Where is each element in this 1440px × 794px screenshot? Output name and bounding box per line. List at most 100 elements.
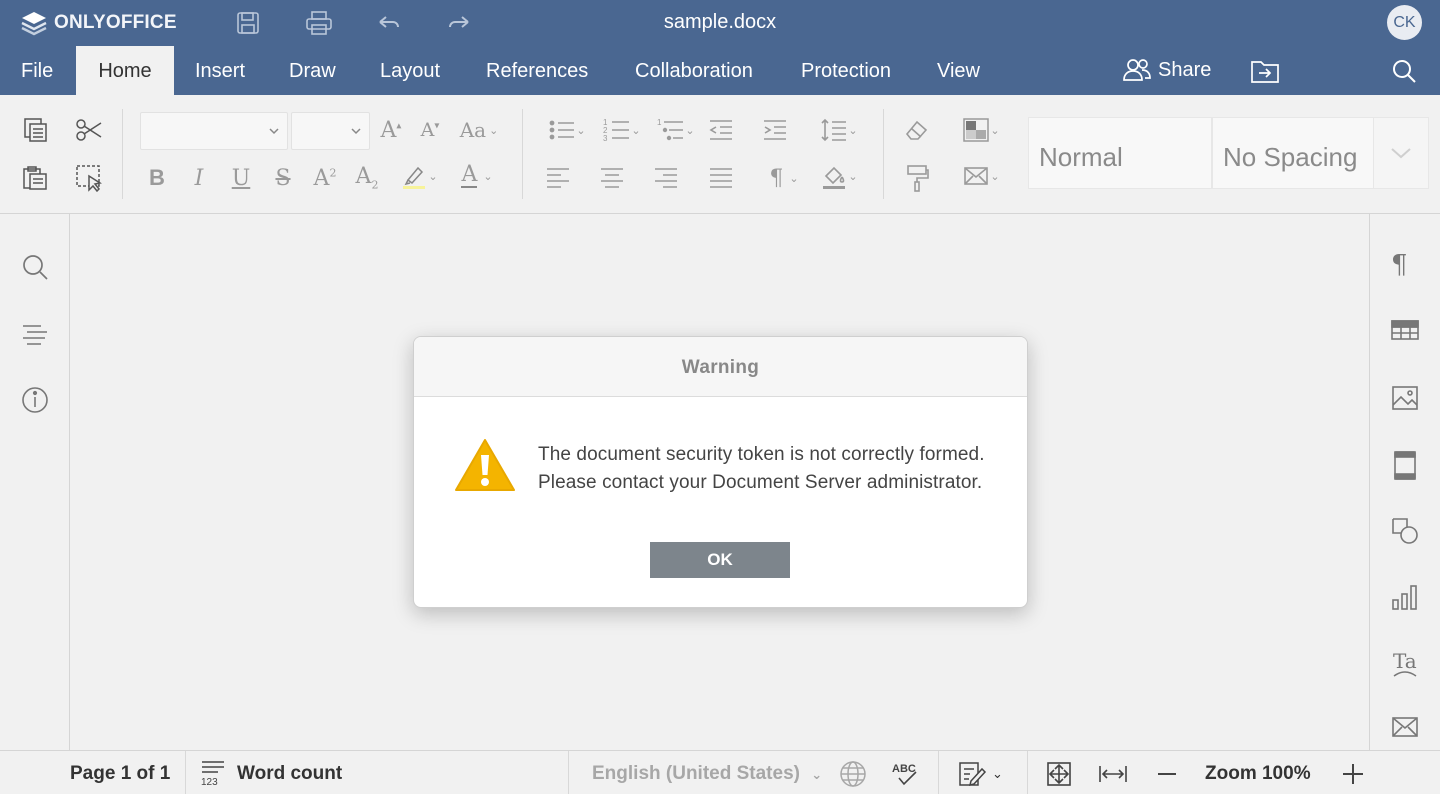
chevron-down-icon bbox=[1391, 148, 1411, 159]
cut-icon[interactable] bbox=[72, 115, 106, 145]
paste-icon[interactable] bbox=[18, 163, 52, 193]
italic-icon[interactable]: I bbox=[182, 163, 216, 193]
spell-check-icon[interactable]: ABC bbox=[891, 760, 919, 788]
status-separator bbox=[185, 751, 186, 794]
globe-icon[interactable] bbox=[839, 760, 867, 788]
tab-file[interactable]: File bbox=[0, 46, 74, 95]
font-name-combo[interactable] bbox=[140, 112, 288, 150]
align-right-icon[interactable] bbox=[649, 163, 683, 193]
dialog-message-line-1: The document security token is not corre… bbox=[538, 444, 985, 465]
status-separator bbox=[938, 751, 939, 794]
align-left-icon[interactable] bbox=[541, 163, 575, 193]
dialog-message-line-2: Please contact your Document Server admi… bbox=[538, 472, 983, 493]
nonprinting-characters-icon[interactable]: ¶ ⌄ bbox=[760, 163, 808, 193]
svg-text:123: 123 bbox=[201, 777, 218, 787]
tab-references[interactable]: References bbox=[465, 46, 609, 95]
line-spacing-icon[interactable]: ⌄ bbox=[814, 115, 864, 145]
home-toolbar: A▴ A▾ Aa ⌄ B I U S A2 A2 ⌄ A ⌄ ⌄ 1 2 3 ⌄ 1 ⌄ ⌄… bbox=[0, 95, 1440, 214]
zoom-out-icon[interactable] bbox=[1154, 760, 1182, 788]
tab-protection[interactable]: Protection bbox=[780, 46, 912, 95]
language-label: English (United States) bbox=[592, 763, 800, 784]
page-info[interactable]: Page 1 of 1 bbox=[70, 751, 170, 794]
text-art-settings-icon[interactable]: Ta bbox=[1390, 648, 1420, 678]
paragraph-settings-icon[interactable]: ¶ bbox=[1391, 250, 1421, 280]
zoom-level[interactable]: Zoom 100% bbox=[1205, 751, 1311, 794]
open-file-location-icon[interactable] bbox=[1250, 57, 1280, 85]
align-center-icon[interactable] bbox=[595, 163, 629, 193]
subscript-icon[interactable]: A2 bbox=[350, 163, 384, 193]
svg-text:Ta: Ta bbox=[1393, 649, 1417, 673]
status-separator bbox=[1027, 751, 1028, 794]
chevron-down-icon: ⌄ bbox=[811, 767, 823, 782]
superscript-icon[interactable]: A2 bbox=[308, 163, 342, 193]
fit-page-icon[interactable] bbox=[1045, 760, 1073, 788]
justify-icon[interactable] bbox=[704, 163, 738, 193]
copy-icon[interactable] bbox=[18, 115, 52, 145]
numbering-icon[interactable]: 1 2 3 ⌄ bbox=[597, 115, 647, 145]
underline-icon[interactable]: U bbox=[224, 163, 258, 193]
tab-insert[interactable]: Insert bbox=[174, 46, 266, 95]
image-settings-icon[interactable] bbox=[1390, 384, 1420, 414]
strikethrough-icon[interactable]: S bbox=[266, 163, 300, 193]
increase-font-icon[interactable]: A▴ bbox=[374, 115, 408, 145]
chevron-down-icon[interactable]: ⌄ bbox=[992, 751, 1003, 794]
tab-view[interactable]: View bbox=[916, 46, 1001, 95]
navigation-icon[interactable] bbox=[20, 318, 50, 348]
shape-settings-icon[interactable] bbox=[1390, 516, 1420, 546]
ribbon-tabs: File Home Insert Draw Layout References … bbox=[0, 46, 1440, 95]
tab-collaboration[interactable]: Collaboration bbox=[614, 46, 774, 95]
svg-text:1: 1 bbox=[657, 118, 662, 127]
clear-style-icon[interactable] bbox=[900, 115, 934, 145]
fit-width-icon[interactable] bbox=[1097, 760, 1129, 788]
color-scheme-icon[interactable]: ⌄ bbox=[955, 115, 1007, 145]
info-icon[interactable] bbox=[20, 384, 50, 414]
svg-text:3: 3 bbox=[603, 134, 608, 143]
word-count-label[interactable]: Word count bbox=[237, 751, 342, 794]
tab-draw[interactable]: Draw bbox=[268, 46, 357, 95]
tab-home[interactable]: Home bbox=[76, 46, 174, 95]
styles-expand-button[interactable] bbox=[1373, 117, 1429, 189]
decrease-font-icon[interactable]: A▾ bbox=[413, 115, 447, 145]
user-avatar[interactable]: CK bbox=[1387, 5, 1422, 40]
tab-layout[interactable]: Layout bbox=[359, 46, 461, 95]
dialog-title: Warning bbox=[414, 337, 1027, 397]
svg-text:ABC: ABC bbox=[892, 763, 916, 775]
change-case-icon[interactable]: Aa ⌄ bbox=[456, 115, 502, 145]
mail-merge-icon[interactable]: ⌄ bbox=[955, 161, 1007, 191]
word-count-icon[interactable]: 123 bbox=[200, 759, 228, 787]
table-settings-icon[interactable] bbox=[1390, 318, 1420, 348]
style-no-spacing[interactable]: No Spacing bbox=[1212, 117, 1374, 189]
status-separator bbox=[568, 751, 569, 794]
chevron-down-icon bbox=[351, 128, 361, 135]
decrease-indent-icon[interactable] bbox=[704, 115, 738, 145]
style-normal[interactable]: Normal bbox=[1028, 117, 1212, 189]
header-footer-settings-icon[interactable] bbox=[1390, 450, 1420, 480]
multilevel-list-icon[interactable]: 1 ⌄ bbox=[651, 115, 701, 145]
right-sidebar: ¶ Ta bbox=[1369, 214, 1440, 750]
mail-merge-settings-icon[interactable] bbox=[1390, 714, 1420, 744]
font-size-combo[interactable] bbox=[291, 112, 370, 150]
toolbar-separator bbox=[522, 109, 523, 199]
status-bar: Page 1 of 1 123 Word count English (Unit… bbox=[0, 750, 1440, 794]
share-label: Share bbox=[1158, 58, 1212, 81]
left-sidebar bbox=[0, 214, 70, 750]
warning-icon bbox=[455, 439, 515, 491]
select-all-icon[interactable] bbox=[72, 163, 106, 193]
chart-settings-icon[interactable] bbox=[1390, 582, 1420, 612]
copy-style-icon[interactable] bbox=[900, 163, 934, 193]
highlight-color-icon[interactable]: ⌄ bbox=[394, 161, 444, 191]
paragraph-shading-icon[interactable]: ⌄ bbox=[814, 161, 864, 191]
search-icon[interactable] bbox=[20, 252, 50, 282]
ok-button[interactable]: OK bbox=[650, 542, 790, 578]
font-color-icon[interactable]: A ⌄ bbox=[452, 161, 502, 191]
search-icon[interactable] bbox=[1390, 57, 1418, 85]
chevron-down-icon bbox=[269, 128, 279, 135]
warning-dialog: Warning The document security token is n… bbox=[413, 336, 1028, 608]
increase-indent-icon[interactable] bbox=[758, 115, 792, 145]
bullets-icon[interactable]: ⌄ bbox=[542, 115, 592, 145]
share-button[interactable]: Share bbox=[1122, 58, 1211, 82]
toolbar-separator bbox=[122, 109, 123, 199]
language-selector[interactable]: English (United States) ⌄ bbox=[592, 751, 822, 794]
bold-icon[interactable]: B bbox=[140, 163, 174, 193]
zoom-in-icon[interactable] bbox=[1340, 760, 1368, 788]
